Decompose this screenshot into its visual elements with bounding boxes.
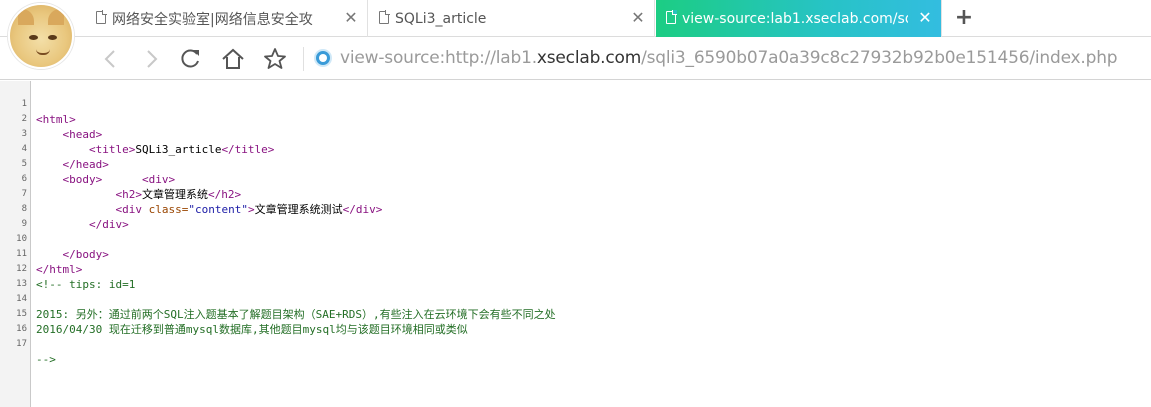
source-line: 15 2016/04/30 现在迁移到普通mysql数据库,其他题目mysql均…	[0, 292, 1151, 336]
tab-strip: 网络安全实验室|网络信息安全攻 ✕ SQLi3_article ✕ view-s…	[0, 0, 1151, 69]
home-button[interactable]	[219, 45, 247, 73]
tab-title: SQLi3_article	[395, 10, 487, 27]
reload-icon	[181, 49, 199, 68]
source-line: 16	[0, 307, 1151, 334]
navigation-bar: view-source:http://lab1.xseclab.com/sqli…	[0, 37, 1151, 80]
tab-title: 网络安全实验室|网络信息安全攻	[112, 11, 313, 28]
source-view: 1 <html> 2 <head> 3 <title>SQLi3_article…	[0, 81, 1151, 407]
tab-lab-home[interactable]: 网络安全实验室|网络信息安全攻 ✕	[86, 0, 368, 37]
url-path: /sqli3_6590b07a0a39c8c27932b92b0e151456/…	[641, 48, 1118, 68]
source-line: 13	[0, 262, 1151, 289]
avatar-ear-right	[48, 9, 64, 25]
close-icon[interactable]: ✕	[343, 9, 359, 27]
avatar-mouth	[36, 49, 50, 55]
source-line: 1 <html>	[0, 82, 1151, 126]
bookmark-button[interactable]	[261, 45, 289, 73]
plus-icon[interactable]: +	[952, 5, 976, 31]
source-line: 14 2015: 另外：通过前两个SQL注入题基本了解题目架构（SAE+RDS）…	[0, 277, 1151, 321]
avatar-ear-left	[18, 9, 34, 25]
forward-icon	[147, 50, 158, 68]
page-icon	[379, 10, 390, 24]
site-icon[interactable]	[314, 49, 332, 67]
url-prefix: view-source:http://lab1.	[340, 48, 537, 68]
user-avatar[interactable]	[8, 3, 74, 69]
source-line: 3 <title>SQLi3_article</title>	[0, 112, 1151, 156]
source-line: 12 <!-- tips: id=1	[0, 247, 1151, 291]
reload-button[interactable]	[176, 45, 204, 73]
avatar-eye-left	[29, 35, 38, 40]
home-icon	[222, 48, 244, 69]
tab-title: view-source:lab1.xseclab.com/sqli	[682, 10, 908, 27]
url-host: xseclab.com	[536, 48, 642, 68]
forward-button[interactable]	[137, 45, 165, 73]
page-icon	[96, 10, 107, 24]
source-line: 17 -->	[0, 322, 1151, 366]
html-comment: -->	[36, 353, 56, 366]
back-icon	[104, 50, 115, 68]
source-line: 8 </div>	[0, 187, 1151, 231]
source-line: 7 <div class="content">文章管理系统测试</div>	[0, 172, 1151, 216]
source-line: 4 </head>	[0, 127, 1151, 171]
tab-view-source[interactable]: view-source:lab1.xseclab.com/sqli ✕	[656, 0, 942, 37]
source-line: 2 <head>	[0, 97, 1151, 141]
source-line: 10 </body>	[0, 217, 1151, 261]
source-line: 6 <h2>文章管理系统</h2>	[0, 157, 1151, 201]
line-number: 17	[16, 339, 27, 349]
address-bar[interactable]: view-source:http://lab1.xseclab.com/sqli…	[340, 48, 1118, 68]
tab-sqli3-article[interactable]: SQLi3_article ✕	[369, 0, 655, 37]
source-line: 5 <body> <div>	[0, 142, 1151, 186]
close-icon[interactable]: ✕	[630, 9, 646, 27]
close-icon[interactable]: ✕	[917, 9, 933, 27]
source-line: 9	[0, 202, 1151, 229]
back-button[interactable]	[97, 45, 125, 73]
page-icon	[666, 10, 677, 24]
source-line: 11 </html>	[0, 232, 1151, 276]
address-separator	[303, 47, 304, 71]
avatar-eye-right	[48, 35, 57, 40]
bookmark-star-icon	[264, 48, 286, 69]
